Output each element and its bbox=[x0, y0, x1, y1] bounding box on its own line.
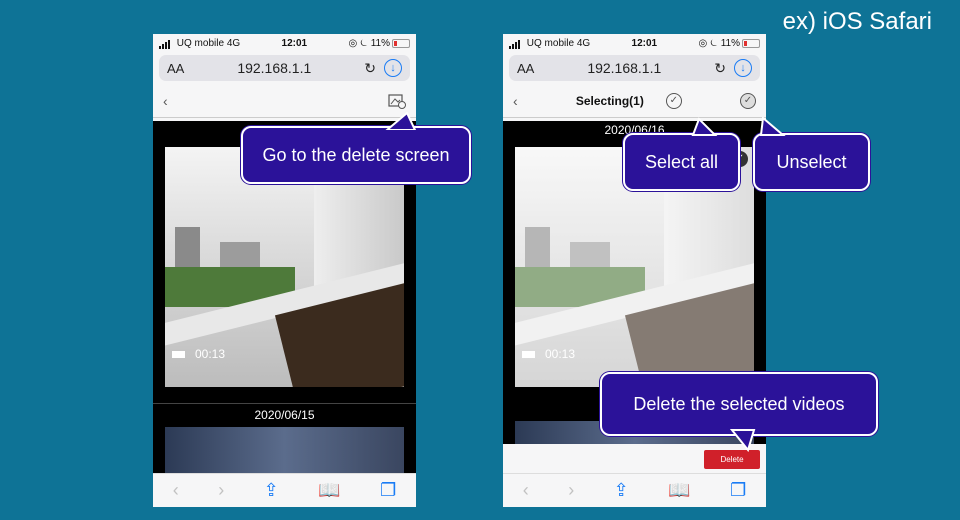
callout-unselect: Unselect bbox=[753, 133, 870, 191]
back-icon[interactable]: ‹ bbox=[163, 93, 168, 109]
network: 4G bbox=[226, 38, 241, 49]
video-camera-icon bbox=[522, 350, 535, 358]
safari-toolbar: ‹ › ⇪ 📖 ❐ bbox=[503, 473, 766, 507]
back-arrow-icon[interactable]: ‹ bbox=[173, 480, 179, 501]
carrier: UQ mobile bbox=[526, 38, 575, 49]
signal-icon bbox=[159, 38, 171, 49]
battery-icon bbox=[392, 38, 410, 48]
select-all-icon[interactable]: ✓ bbox=[665, 93, 682, 109]
forward-arrow-icon[interactable]: › bbox=[568, 480, 574, 501]
corner-title: ex) iOS Safari bbox=[782, 8, 932, 35]
carrier: UQ mobile bbox=[176, 38, 225, 49]
right-phone: UQ mobile 4G 12:01 ◎ ⏾ 11% AA 192.168.1.… bbox=[503, 34, 766, 507]
callout-select-all: Select all bbox=[623, 133, 740, 191]
share-icon[interactable]: ⇪ bbox=[614, 480, 629, 501]
video-thumbnail[interactable] bbox=[165, 427, 404, 475]
download-icon[interactable]: ↓ bbox=[383, 59, 402, 77]
tabs-icon[interactable]: ❐ bbox=[380, 480, 396, 501]
url-text: 192.168.1.1 bbox=[237, 60, 312, 76]
video-duration: 00:13 bbox=[195, 347, 226, 361]
battery-icon bbox=[742, 38, 760, 48]
tabs-icon[interactable]: ❐ bbox=[730, 480, 746, 501]
safari-toolbar: ‹ › ⇪ 📖 ❐ bbox=[153, 473, 416, 507]
video-duration: 00:13 bbox=[545, 347, 576, 361]
download-icon[interactable]: ↓ bbox=[733, 59, 752, 77]
left-phone: UQ mobile 4G 12:01 ◎ ⏾ 11% AA 192.168.1.… bbox=[153, 34, 416, 507]
delete-bar: Delete bbox=[503, 444, 766, 474]
alarm-icon: ◎ ⏾ bbox=[698, 38, 718, 49]
app-nav: ‹ bbox=[153, 85, 416, 118]
share-icon[interactable]: ⇪ bbox=[264, 480, 279, 501]
delete-button[interactable]: Delete bbox=[704, 450, 760, 469]
forward-arrow-icon[interactable]: › bbox=[218, 480, 224, 501]
back-arrow-icon[interactable]: ‹ bbox=[523, 480, 529, 501]
battery-percent: 11% bbox=[720, 38, 740, 49]
address-bar[interactable]: AA 192.168.1.1 ↻ ↓ bbox=[159, 55, 410, 81]
bookmarks-icon[interactable]: 📖 bbox=[318, 480, 340, 501]
date-header: 2020/06/15 bbox=[153, 403, 416, 422]
unselect-icon[interactable]: ✓ bbox=[740, 93, 756, 109]
alarm-icon: ◎ ⏾ bbox=[348, 38, 368, 49]
battery-percent: 11% bbox=[370, 38, 390, 49]
network: 4G bbox=[576, 38, 591, 49]
clock: 12:01 bbox=[281, 38, 308, 49]
callout-pointer bbox=[691, 117, 718, 136]
callout-pointer bbox=[385, 112, 417, 130]
reader-button[interactable]: AA bbox=[167, 61, 184, 76]
status-bar: UQ mobile 4G 12:01 ◎ ⏾ 11% bbox=[503, 34, 766, 53]
bookmarks-icon[interactable]: 📖 bbox=[668, 480, 690, 501]
callout-delete-selected: Delete the selected videos bbox=[600, 372, 878, 436]
reader-button[interactable]: AA bbox=[517, 61, 534, 76]
status-bar: UQ mobile 4G 12:01 ◎ ⏾ 11% bbox=[153, 34, 416, 53]
callout-pointer bbox=[759, 117, 786, 136]
reload-icon[interactable]: ↻ bbox=[714, 60, 726, 77]
app-nav: ‹ Selecting(1) ✓ ✓ bbox=[503, 85, 766, 118]
address-bar[interactable]: AA 192.168.1.1 ↻ ↓ bbox=[509, 55, 760, 81]
back-icon[interactable]: ‹ bbox=[513, 93, 518, 109]
delete-mode-icon[interactable] bbox=[388, 93, 406, 109]
signal-icon bbox=[509, 38, 521, 49]
video-camera-icon bbox=[172, 350, 185, 358]
callout-delete-screen: Go to the delete screen bbox=[241, 126, 471, 184]
url-text: 192.168.1.1 bbox=[587, 60, 662, 76]
clock: 12:01 bbox=[631, 38, 658, 49]
selecting-title: Selecting(1) bbox=[575, 94, 644, 108]
callout-pointer bbox=[730, 429, 756, 452]
reload-icon[interactable]: ↻ bbox=[364, 60, 376, 77]
